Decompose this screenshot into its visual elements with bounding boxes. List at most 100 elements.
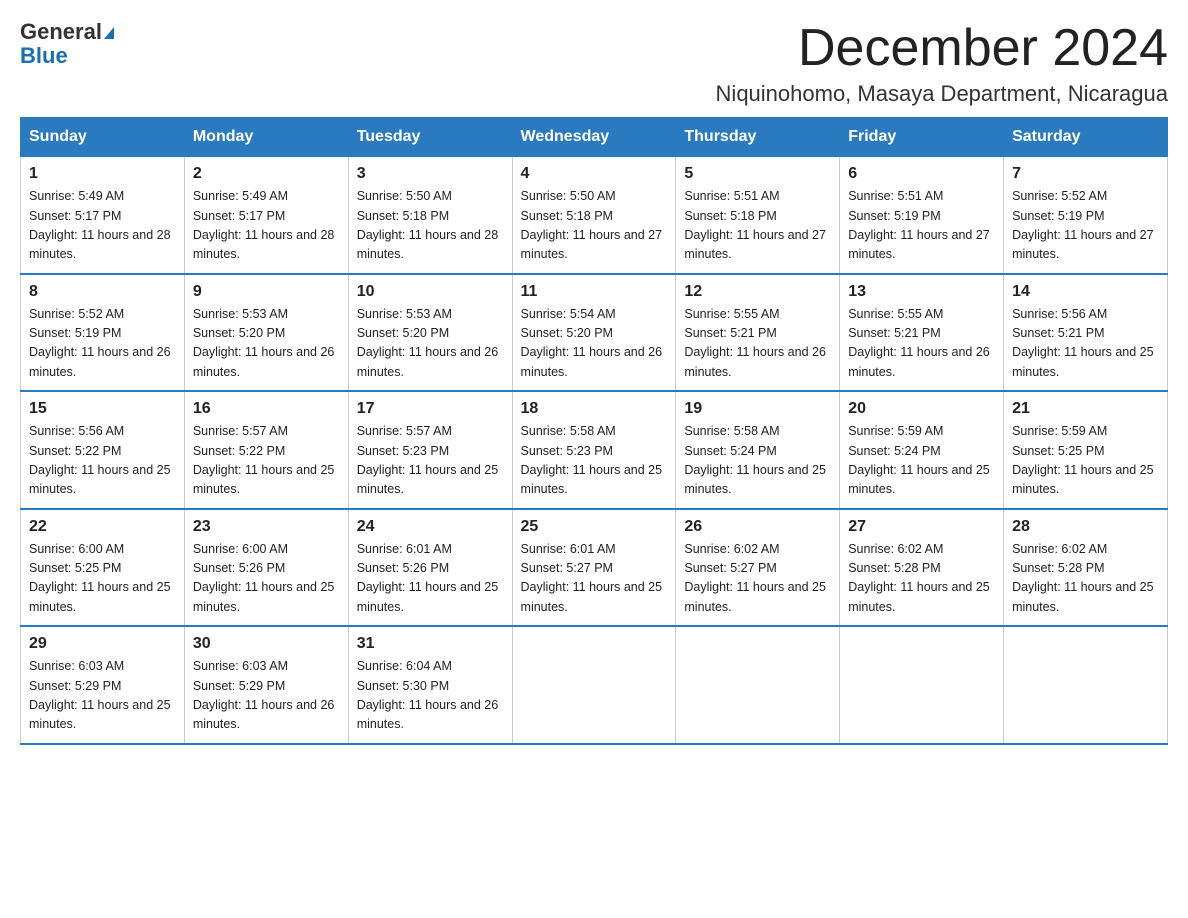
day-info: Sunrise: 6:01 AMSunset: 5:27 PMDaylight:… bbox=[521, 540, 668, 618]
day-info: Sunrise: 6:03 AMSunset: 5:29 PMDaylight:… bbox=[193, 657, 340, 735]
calendar-cell: 10 Sunrise: 5:53 AMSunset: 5:20 PMDayligh… bbox=[348, 274, 512, 392]
day-number: 22 bbox=[29, 518, 176, 536]
day-info: Sunrise: 6:03 AMSunset: 5:29 PMDaylight:… bbox=[29, 657, 176, 735]
calendar-cell: 19 Sunrise: 5:58 AMSunset: 5:24 PMDayligh… bbox=[676, 391, 840, 509]
day-info: Sunrise: 6:02 AMSunset: 5:28 PMDaylight:… bbox=[1012, 540, 1159, 618]
day-number: 29 bbox=[29, 635, 176, 653]
day-info: Sunrise: 5:53 AMSunset: 5:20 PMDaylight:… bbox=[193, 305, 340, 383]
day-info: Sunrise: 5:52 AMSunset: 5:19 PMDaylight:… bbox=[1012, 187, 1159, 265]
calendar-cell: 21 Sunrise: 5:59 AMSunset: 5:25 PMDayligh… bbox=[1004, 391, 1168, 509]
calendar-cell: 1 Sunrise: 5:49 AMSunset: 5:17 PMDaylight… bbox=[21, 157, 185, 274]
day-info: Sunrise: 5:50 AMSunset: 5:18 PMDaylight:… bbox=[521, 187, 668, 265]
day-info: Sunrise: 5:51 AMSunset: 5:18 PMDaylight:… bbox=[684, 187, 831, 265]
day-number: 17 bbox=[357, 400, 504, 418]
day-number: 10 bbox=[357, 283, 504, 301]
day-number: 8 bbox=[29, 283, 176, 301]
day-info: Sunrise: 5:59 AMSunset: 5:24 PMDaylight:… bbox=[848, 422, 995, 500]
day-info: Sunrise: 5:59 AMSunset: 5:25 PMDaylight:… bbox=[1012, 422, 1159, 500]
day-info: Sunrise: 5:56 AMSunset: 5:22 PMDaylight:… bbox=[29, 422, 176, 500]
day-number: 24 bbox=[357, 518, 504, 536]
day-info: Sunrise: 5:58 AMSunset: 5:24 PMDaylight:… bbox=[684, 422, 831, 500]
day-info: Sunrise: 6:04 AMSunset: 5:30 PMDaylight:… bbox=[357, 657, 504, 735]
calendar-cell: 12 Sunrise: 5:55 AMSunset: 5:21 PMDayligh… bbox=[676, 274, 840, 392]
day-info: Sunrise: 5:50 AMSunset: 5:18 PMDaylight:… bbox=[357, 187, 504, 265]
day-info: Sunrise: 5:53 AMSunset: 5:20 PMDaylight:… bbox=[357, 305, 504, 383]
day-number: 23 bbox=[193, 518, 340, 536]
calendar-cell: 11 Sunrise: 5:54 AMSunset: 5:20 PMDayligh… bbox=[512, 274, 676, 392]
title-block: December 2024 Niquinohomo, Masaya Depart… bbox=[716, 20, 1168, 107]
day-info: Sunrise: 5:55 AMSunset: 5:21 PMDaylight:… bbox=[684, 305, 831, 383]
calendar-cell: 30 Sunrise: 6:03 AMSunset: 5:29 PMDayligh… bbox=[184, 626, 348, 744]
calendar-cell: 3 Sunrise: 5:50 AMSunset: 5:18 PMDaylight… bbox=[348, 157, 512, 274]
location-title: Niquinohomo, Masaya Department, Nicaragu… bbox=[716, 81, 1168, 107]
calendar-cell: 20 Sunrise: 5:59 AMSunset: 5:24 PMDayligh… bbox=[840, 391, 1004, 509]
day-number: 2 bbox=[193, 165, 340, 183]
day-number: 1 bbox=[29, 165, 176, 183]
calendar-week-row: 1 Sunrise: 5:49 AMSunset: 5:17 PMDaylight… bbox=[21, 157, 1168, 274]
day-info: Sunrise: 5:55 AMSunset: 5:21 PMDaylight:… bbox=[848, 305, 995, 383]
calendar-cell: 17 Sunrise: 5:57 AMSunset: 5:23 PMDayligh… bbox=[348, 391, 512, 509]
day-info: Sunrise: 5:51 AMSunset: 5:19 PMDaylight:… bbox=[848, 187, 995, 265]
calendar-cell: 7 Sunrise: 5:52 AMSunset: 5:19 PMDaylight… bbox=[1004, 157, 1168, 274]
logo-text: General Blue bbox=[20, 20, 114, 68]
calendar-week-row: 8 Sunrise: 5:52 AMSunset: 5:19 PMDaylight… bbox=[21, 274, 1168, 392]
day-info: Sunrise: 5:49 AMSunset: 5:17 PMDaylight:… bbox=[29, 187, 176, 265]
day-number: 4 bbox=[521, 165, 668, 183]
day-number: 25 bbox=[521, 518, 668, 536]
calendar-cell: 5 Sunrise: 5:51 AMSunset: 5:18 PMDaylight… bbox=[676, 157, 840, 274]
day-info: Sunrise: 5:49 AMSunset: 5:17 PMDaylight:… bbox=[193, 187, 340, 265]
calendar-cell: 26Sunrise: 6:02 AMSunset: 5:27 PMDayligh… bbox=[676, 509, 840, 627]
calendar-week-row: 22Sunrise: 6:00 AMSunset: 5:25 PMDayligh… bbox=[21, 509, 1168, 627]
day-info: Sunrise: 5:57 AMSunset: 5:22 PMDaylight:… bbox=[193, 422, 340, 500]
calendar-cell: 27Sunrise: 6:02 AMSunset: 5:28 PMDayligh… bbox=[840, 509, 1004, 627]
day-number: 27 bbox=[848, 518, 995, 536]
calendar-cell: 28 Sunrise: 6:02 AMSunset: 5:28 PMDayligh… bbox=[1004, 509, 1168, 627]
calendar-cell: 2 Sunrise: 5:49 AMSunset: 5:17 PMDaylight… bbox=[184, 157, 348, 274]
month-title: December 2024 bbox=[716, 20, 1168, 77]
logo-triangle-icon bbox=[104, 27, 114, 39]
day-info: Sunrise: 5:54 AMSunset: 5:20 PMDaylight:… bbox=[521, 305, 668, 383]
day-info: Sunrise: 5:58 AMSunset: 5:23 PMDaylight:… bbox=[521, 422, 668, 500]
day-number: 31 bbox=[357, 635, 504, 653]
weekday-header-monday: Monday bbox=[184, 118, 348, 157]
calendar-cell: 22Sunrise: 6:00 AMSunset: 5:25 PMDayligh… bbox=[21, 509, 185, 627]
day-number: 5 bbox=[684, 165, 831, 183]
day-number: 9 bbox=[193, 283, 340, 301]
calendar-cell: 16 Sunrise: 5:57 AMSunset: 5:22 PMDayligh… bbox=[184, 391, 348, 509]
day-number: 20 bbox=[848, 400, 995, 418]
calendar-cell: 18Sunrise: 5:58 AMSunset: 5:23 PMDayligh… bbox=[512, 391, 676, 509]
weekday-header-sunday: Sunday bbox=[21, 118, 185, 157]
day-number: 30 bbox=[193, 635, 340, 653]
day-number: 26 bbox=[684, 518, 831, 536]
day-info: Sunrise: 5:52 AMSunset: 5:19 PMDaylight:… bbox=[29, 305, 176, 383]
calendar-cell: 29 Sunrise: 6:03 AMSunset: 5:29 PMDayligh… bbox=[21, 626, 185, 744]
day-number: 19 bbox=[684, 400, 831, 418]
calendar-cell: 15 Sunrise: 5:56 AMSunset: 5:22 PMDayligh… bbox=[21, 391, 185, 509]
day-info: Sunrise: 6:01 AMSunset: 5:26 PMDaylight:… bbox=[357, 540, 504, 618]
calendar-cell: 9 Sunrise: 5:53 AMSunset: 5:20 PMDaylight… bbox=[184, 274, 348, 392]
day-info: Sunrise: 5:57 AMSunset: 5:23 PMDaylight:… bbox=[357, 422, 504, 500]
day-number: 7 bbox=[1012, 165, 1159, 183]
day-number: 21 bbox=[1012, 400, 1159, 418]
logo: General Blue bbox=[20, 20, 114, 68]
day-number: 15 bbox=[29, 400, 176, 418]
day-number: 28 bbox=[1012, 518, 1159, 536]
weekday-header-thursday: Thursday bbox=[676, 118, 840, 157]
day-number: 3 bbox=[357, 165, 504, 183]
day-number: 6 bbox=[848, 165, 995, 183]
calendar-cell bbox=[840, 626, 1004, 744]
calendar-cell: 6 Sunrise: 5:51 AMSunset: 5:19 PMDaylight… bbox=[840, 157, 1004, 274]
calendar-cell: 8 Sunrise: 5:52 AMSunset: 5:19 PMDaylight… bbox=[21, 274, 185, 392]
weekday-header-friday: Friday bbox=[840, 118, 1004, 157]
calendar-table: SundayMondayTuesdayWednesdayThursdayFrid… bbox=[20, 117, 1168, 745]
page-header: General Blue December 2024 Niquinohomo, … bbox=[20, 20, 1168, 107]
calendar-cell: 24 Sunrise: 6:01 AMSunset: 5:26 PMDayligh… bbox=[348, 509, 512, 627]
day-number: 12 bbox=[684, 283, 831, 301]
day-number: 13 bbox=[848, 283, 995, 301]
day-info: Sunrise: 5:56 AMSunset: 5:21 PMDaylight:… bbox=[1012, 305, 1159, 383]
weekday-header-wednesday: Wednesday bbox=[512, 118, 676, 157]
day-number: 11 bbox=[521, 283, 668, 301]
weekday-header-row: SundayMondayTuesdayWednesdayThursdayFrid… bbox=[21, 118, 1168, 157]
day-number: 16 bbox=[193, 400, 340, 418]
calendar-cell bbox=[1004, 626, 1168, 744]
